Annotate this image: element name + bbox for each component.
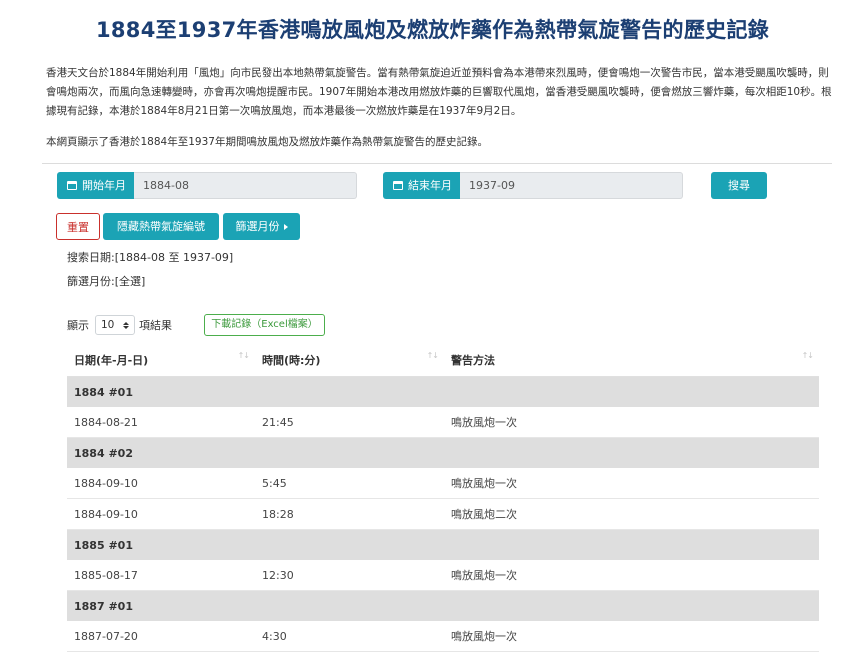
up-down-icon: [123, 321, 129, 329]
table-row: 1884-09-10 5:45 鳴放風炮一次: [67, 468, 819, 499]
calendar-icon: [393, 181, 403, 190]
show-prefix: 顯示: [67, 319, 89, 332]
calendar-icon: [67, 181, 77, 190]
cell-date: 1885-08-17: [67, 560, 255, 591]
page-size-select[interactable]: 10: [95, 315, 135, 335]
cell-time: 18:28: [255, 498, 444, 530]
cell-method: 鳴放風炮一次: [444, 468, 819, 499]
download-button[interactable]: 下載記錄（Excel檔案）: [204, 314, 325, 336]
column-header-time[interactable]: 時間(時:分) ↑↓: [255, 343, 444, 377]
table-row: 1884-08-21 21:45 鳴放風炮一次: [67, 407, 819, 438]
group-label: 1885 #01: [67, 529, 819, 560]
hide-cyclone-number-button[interactable]: 隱藏熱帶氣旋編號: [103, 213, 219, 240]
sort-icon: ↑↓: [237, 351, 250, 360]
table-group-row: 1887 #01: [67, 590, 819, 621]
table-group-row: 1884 #02: [67, 437, 819, 468]
cell-method: 鳴放風炮一次: [444, 560, 819, 591]
page-size-control: 顯示 10 項結果: [67, 314, 172, 336]
table-row: 1887-07-20 4:30 鳴放風炮一次: [67, 621, 819, 652]
cell-time: 12:30: [255, 560, 444, 591]
sort-icon: ↑↓: [801, 351, 814, 360]
cell-method: 鳴放風炮一次: [444, 407, 819, 438]
cell-date: 1884-09-10: [67, 498, 255, 530]
page-title: 1884至1937年香港鳴放風炮及燃放炸藥作為熱帶氣旋警告的歷史記錄: [95, 18, 770, 42]
cell-time: 21:45: [255, 407, 444, 438]
filter-month-label: 篩選月份: [235, 220, 280, 233]
cell-date: 1884-08-21: [67, 407, 255, 438]
records-table: 日期(年-月-日) ↑↓ 時間(時:分) ↑↓ 警告方法 ↑↓ 1884 #01 18…: [67, 343, 819, 652]
intro-text: 香港天文台於1884年開始利用「風炮」向市民發出本地熱帶氣旋警告。當有熱帶氣旋迫…: [46, 64, 836, 152]
cell-time: 5:45: [255, 468, 444, 499]
group-label: 1887 #01: [67, 590, 819, 621]
caret-right-icon: [283, 224, 288, 230]
end-month-label: 結束年月: [383, 172, 460, 199]
show-suffix: 項結果: [139, 319, 172, 332]
table-header-row: 日期(年-月-日) ↑↓ 時間(時:分) ↑↓ 警告方法 ↑↓: [67, 343, 819, 377]
cell-date: 1887-07-20: [67, 621, 255, 652]
table-row: 1884-09-10 18:28 鳴放風炮二次: [67, 498, 819, 530]
sort-icon: ↑↓: [426, 351, 439, 360]
start-month-input[interactable]: 1884-08: [134, 172, 357, 199]
page-size-value: 10: [101, 319, 115, 331]
table-row: 1885-08-17 12:30 鳴放風炮一次: [67, 560, 819, 591]
end-month-input[interactable]: 1937-09: [460, 172, 683, 199]
table-group-row: 1885 #01: [67, 529, 819, 560]
group-label: 1884 #01: [67, 376, 819, 407]
cell-method: 鳴放風炮二次: [444, 498, 819, 530]
filter-month-text: 篩選月份:[全選]: [67, 275, 146, 288]
search-date-text: 搜索日期:[1884-08 至 1937-09]: [67, 251, 234, 264]
start-month-label: 開始年月: [57, 172, 134, 199]
column-header-method[interactable]: 警告方法 ↑↓: [444, 343, 819, 377]
intro-paragraph-1: 香港天文台於1884年開始利用「風炮」向市民發出本地熱帶氣旋警告。當有熱帶氣旋迫…: [46, 67, 832, 117]
cell-method: 鳴放風炮一次: [444, 621, 819, 652]
end-month-group: 結束年月 1937-09: [383, 172, 683, 199]
start-month-group: 開始年月 1884-08: [57, 172, 357, 199]
reset-button[interactable]: 重置: [56, 213, 100, 240]
intro-paragraph-2: 本網頁顯示了香港於1884年至1937年期間鳴放風炮及燃放炸藥作為熱帶氣旋警告的…: [46, 136, 488, 148]
cell-time: 4:30: [255, 621, 444, 652]
cell-date: 1884-09-10: [67, 468, 255, 499]
search-button[interactable]: 搜尋: [711, 172, 767, 199]
filter-month-button[interactable]: 篩選月份: [223, 213, 300, 240]
column-header-date[interactable]: 日期(年-月-日) ↑↓: [67, 343, 255, 377]
divider: [42, 163, 832, 164]
table-group-row: 1884 #01: [67, 376, 819, 407]
group-label: 1884 #02: [67, 437, 819, 468]
